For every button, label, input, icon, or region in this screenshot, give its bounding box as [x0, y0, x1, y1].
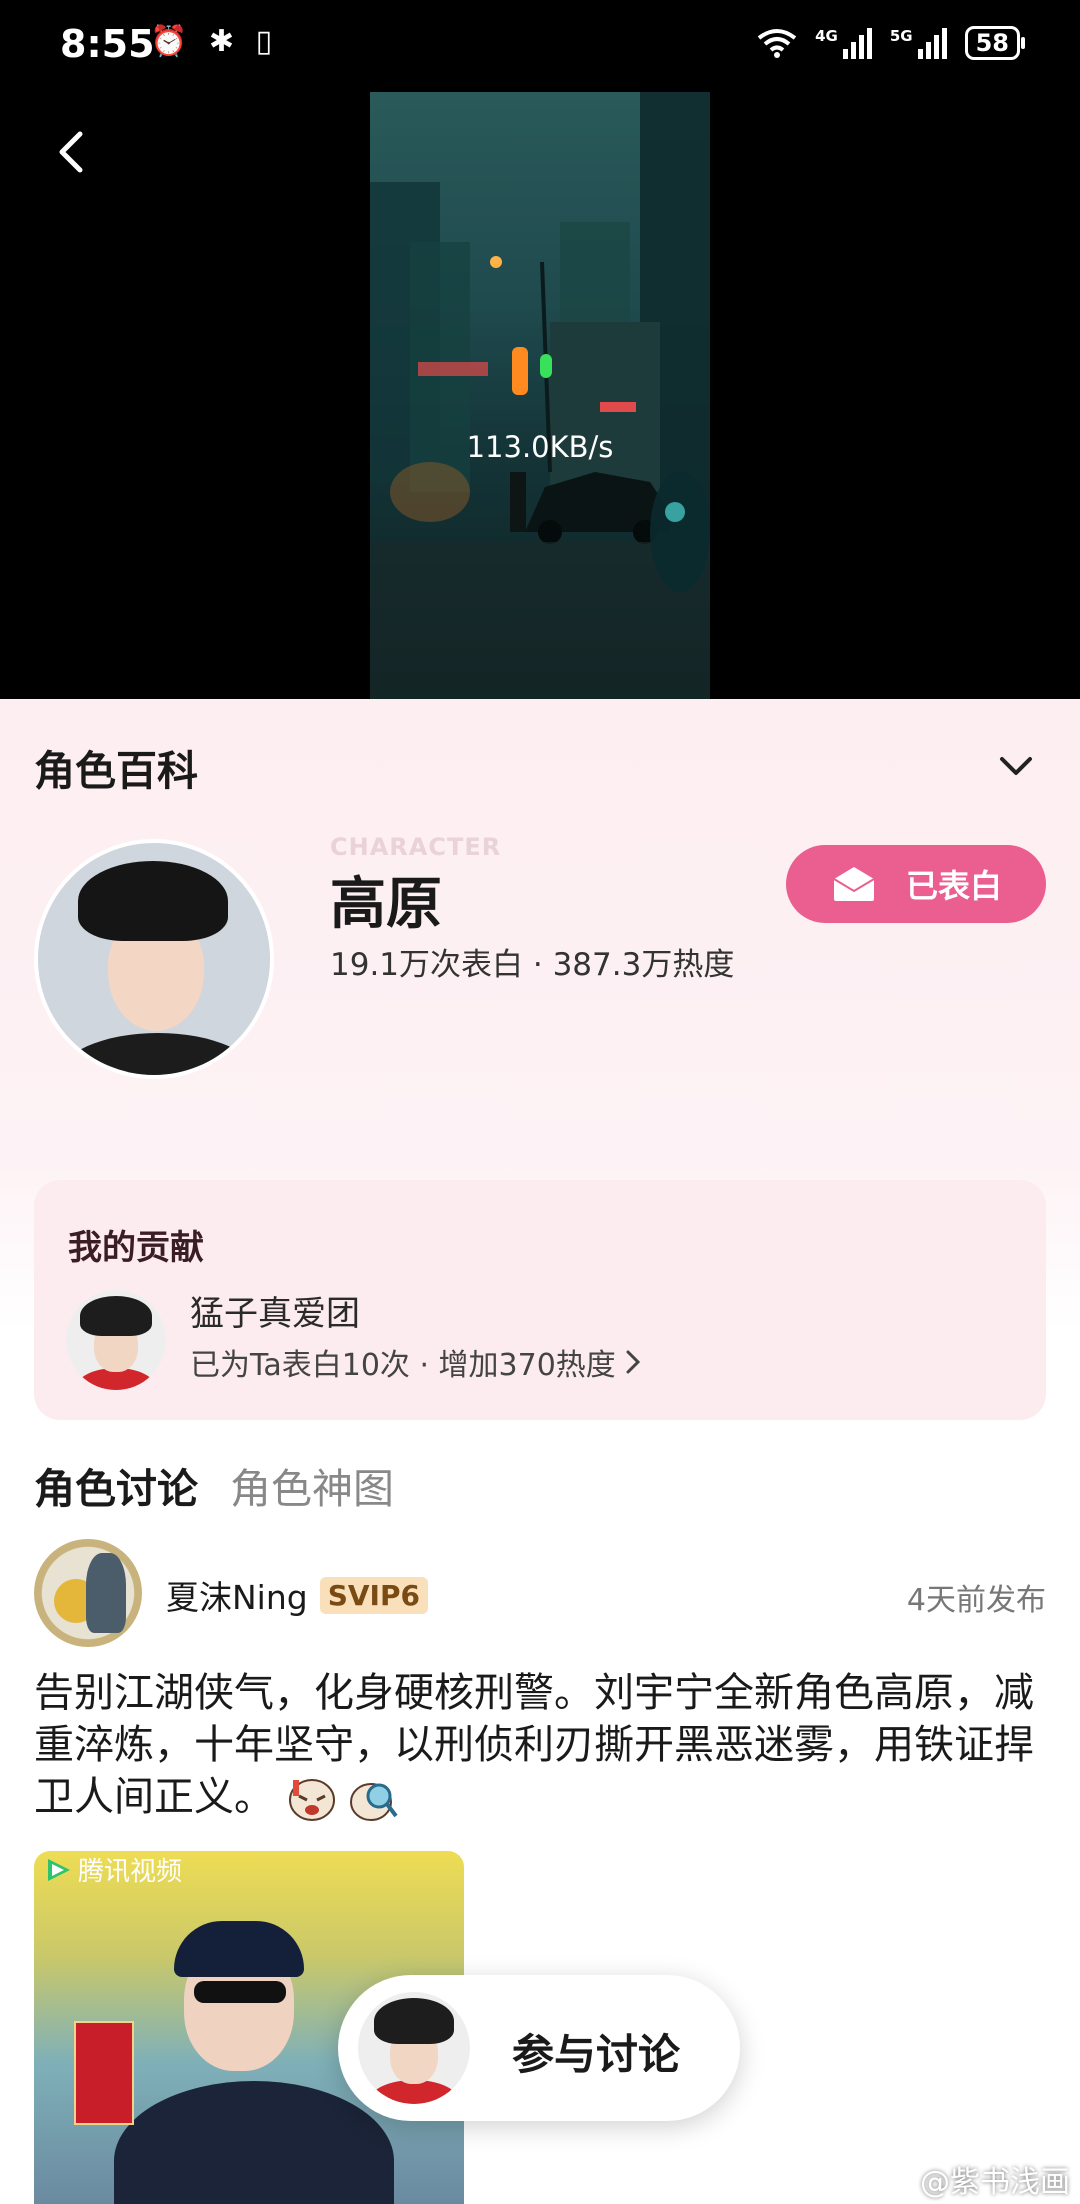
- chevron-down-icon[interactable]: [998, 751, 1034, 779]
- wifi-icon: [757, 29, 797, 58]
- post-body: 告别江湖侠气，化身硬核刑警。刘宇宁全新角色高原，减重淬炼，十年坚守，以刑侦利刃撕…: [34, 1670, 1034, 1820]
- join-discussion-button[interactable]: 参与讨论: [338, 1975, 740, 2121]
- status-time: 8:55: [60, 22, 155, 66]
- signal-4g-icon: 4G: [815, 27, 872, 59]
- envelope-icon: [833, 867, 875, 901]
- character-avatar[interactable]: [34, 839, 274, 1079]
- content-panel: 角色百科 CHARACTER 高原 19.1万次表白 · 387.3万热度 已表…: [0, 699, 1080, 2204]
- post-user-avatar[interactable]: [34, 1539, 142, 1647]
- video-frame[interactable]: 113.0KB/s: [370, 92, 710, 699]
- chevron-right-icon: [626, 1350, 640, 1374]
- signal-5g-icon: 5G: [890, 27, 947, 59]
- watermark: @紫书浅画: [884, 2157, 1070, 2201]
- contribution-detail[interactable]: 已为Ta表白10次 · 增加370热度: [190, 1340, 642, 1384]
- fan-group-name: 猛子真爱团: [190, 1294, 360, 1334]
- fan-group-avatar: [66, 1290, 166, 1390]
- contribution-detail-text: 已为Ta表白10次 · 增加370热度: [190, 1348, 616, 1383]
- confess-button[interactable]: 已表白: [786, 845, 1046, 923]
- status-bar: 8:55 ⏰ ✱ ▯ 4G 5G 58: [0, 0, 1080, 92]
- confess-button-label: 已表白: [905, 867, 1002, 905]
- character-tag: CHARACTER: [330, 833, 502, 861]
- tab-character-discussion[interactable]: 角色讨论: [34, 1455, 198, 1515]
- crying-emoji-icon: [288, 1779, 335, 1821]
- discussion-tabs: 角色讨论 角色神图: [34, 1455, 394, 1515]
- post-user[interactable]: 夏沫Ning SVIP6: [166, 1571, 428, 1619]
- discussion-avatar: [358, 1992, 470, 2104]
- play-logo-icon: [48, 1858, 70, 1881]
- weibo-icon: [884, 2168, 913, 2192]
- character-stats: 19.1万次表白 · 387.3万热度: [330, 947, 735, 983]
- video-player[interactable]: 113.0KB/s: [0, 92, 1080, 699]
- join-discussion-label: 参与讨论: [512, 2030, 681, 2079]
- character-name: 高原: [330, 872, 442, 937]
- contribution-title: 我的贡献: [68, 1228, 204, 1268]
- status-left-icons: ⏰ ✱ ▯: [150, 24, 279, 59]
- tab-character-images[interactable]: 角色神图: [230, 1455, 394, 1515]
- tencent-video-logo: 腾讯视频: [44, 1851, 182, 1888]
- magnifier-emoji-icon: [350, 1783, 399, 1821]
- network-speed-label: 113.0KB/s: [466, 430, 614, 464]
- vip-badge: SVIP6: [319, 1576, 428, 1614]
- status-right: 4G 5G 58: [757, 26, 1026, 60]
- battery-indicator: 58: [964, 26, 1026, 60]
- section-title-wiki: 角色百科: [34, 747, 198, 795]
- post-timestamp: 4天前发布: [906, 1583, 1046, 1618]
- watermark-text: @紫书浅画: [920, 2165, 1070, 2200]
- city-street-scene: [370, 92, 710, 699]
- image-logo-text: 腾讯视频: [78, 1857, 183, 1887]
- contribution-card[interactable]: 我的贡献 猛子真爱团 已为Ta表白10次 · 增加370热度: [34, 1180, 1046, 1420]
- back-arrow-icon[interactable]: [42, 122, 102, 182]
- post-text[interactable]: 告别江湖侠气，化身硬核刑警。刘宇宁全新角色高原，减重淬炼，十年坚守，以刑侦利刃撕…: [34, 1667, 1046, 1823]
- post-username[interactable]: 夏沫Ning: [166, 1571, 308, 1619]
